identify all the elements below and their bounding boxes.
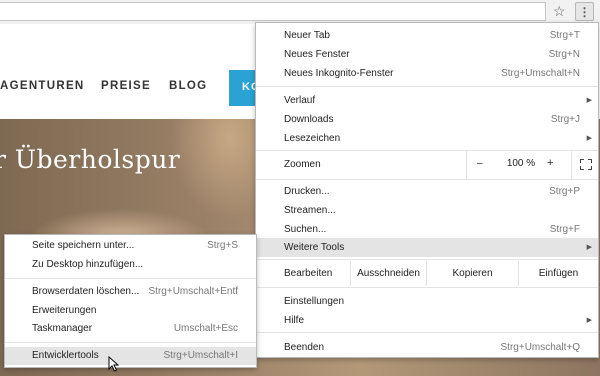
nav-link-blog[interactable]: BLOG bbox=[169, 80, 229, 92]
menu-item-help[interactable]: Hilfe ▶ bbox=[256, 311, 598, 330]
vertical-dots-icon: ⋮ bbox=[578, 4, 591, 19]
menu-item-incognito[interactable]: Neues Inkognito-Fenster Strg+Umschalt+N bbox=[256, 64, 598, 83]
submenu-item-add-to-desktop[interactable]: Zu Desktop hinzufügen... bbox=[5, 256, 256, 274]
menu-divider bbox=[256, 179, 598, 180]
menu-item-cast[interactable]: Streamen... bbox=[256, 201, 598, 220]
menu-item-shortcut: Strg+F bbox=[549, 224, 580, 235]
submenu-item-label: Erweiterungen bbox=[32, 305, 97, 316]
paste-button[interactable]: Einfügen bbox=[518, 261, 598, 286]
zoom-out-button[interactable]: – bbox=[477, 158, 483, 169]
submenu-item-label: Taskmanager bbox=[32, 323, 93, 334]
menu-item-shortcut: Strg+T bbox=[549, 30, 580, 41]
menu-item-label: Neuer Tab bbox=[284, 30, 330, 41]
menu-item-label: Neues Inkognito-Fenster bbox=[284, 68, 394, 79]
submenu-item-label: Seite speichern unter... bbox=[32, 240, 135, 251]
menu-item-label: Drucken... bbox=[284, 186, 330, 197]
submenu-divider bbox=[5, 342, 256, 343]
zoom-control: – 100 % + bbox=[466, 150, 598, 179]
menu-item-shortcut: Strg+J bbox=[550, 114, 580, 125]
browser-toolbar: ☆ ⋮ bbox=[0, 0, 600, 24]
more-tools-submenu: Seite speichern unter... Strg+S Zu Deskto… bbox=[4, 234, 257, 368]
menu-item-shortcut: Strg+Umschalt+N bbox=[501, 68, 580, 79]
edit-row: Bearbeiten Ausschneiden Kopieren Einfüge… bbox=[256, 261, 598, 286]
submenu-arrow-icon: ▶ bbox=[586, 244, 592, 251]
menu-item-label: Hilfe bbox=[284, 315, 305, 326]
menu-item-label: Lesezeichen bbox=[284, 133, 341, 144]
nav-link-agenturen[interactable]: AGENTUREN bbox=[0, 80, 100, 92]
menu-item-bookmarks[interactable]: Lesezeichen ▶ bbox=[256, 129, 598, 148]
submenu-item-label: Entwicklertools bbox=[32, 350, 99, 361]
fullscreen-button[interactable] bbox=[571, 150, 599, 179]
menu-divider bbox=[256, 86, 598, 87]
zoom-in-button[interactable]: + bbox=[547, 157, 553, 169]
submenu-item-task-manager[interactable]: Taskmanager Umschalt+Esc bbox=[5, 320, 256, 338]
menu-item-exit[interactable]: Beenden Strg+Umschalt+Q bbox=[256, 338, 598, 357]
submenu-divider bbox=[5, 278, 256, 279]
submenu-arrow-icon: ▶ bbox=[586, 135, 592, 142]
submenu-item-save-page[interactable]: Seite speichern unter... Strg+S bbox=[5, 237, 256, 255]
fullscreen-icon bbox=[580, 159, 592, 170]
menu-item-label: Neues Fenster bbox=[284, 49, 350, 60]
submenu-item-extensions[interactable]: Erweiterungen bbox=[5, 302, 256, 320]
submenu-item-shortcut: Strg+S bbox=[207, 240, 238, 251]
menu-item-label: Suchen... bbox=[284, 224, 327, 235]
menu-item-label: Beenden bbox=[284, 342, 325, 353]
cut-button[interactable]: Ausschneiden bbox=[350, 261, 426, 286]
mouse-cursor-icon bbox=[108, 356, 119, 372]
submenu-arrow-icon: ▶ bbox=[586, 317, 592, 324]
submenu-item-shortcut: Strg+Umschalt+I bbox=[163, 350, 238, 361]
menu-item-print[interactable]: Drucken... Strg+P bbox=[256, 182, 598, 201]
menu-divider bbox=[256, 259, 598, 260]
menu-item-shortcut: Strg+P bbox=[549, 186, 580, 197]
menu-divider bbox=[256, 332, 598, 333]
submenu-item-shortcut: Strg+Umschalt+Entf bbox=[148, 286, 238, 297]
menu-item-label: Downloads bbox=[284, 114, 334, 125]
menu-item-downloads[interactable]: Downloads Strg+J bbox=[256, 110, 598, 129]
menu-item-settings[interactable]: Einstellungen bbox=[256, 292, 598, 311]
nav-link-preise[interactable]: PREISE bbox=[101, 80, 161, 92]
star-icon[interactable]: ☆ bbox=[553, 2, 566, 20]
submenu-item-label: Zu Desktop hinzufügen... bbox=[32, 259, 144, 270]
submenu-item-label: Browserdaten löschen... bbox=[32, 286, 140, 297]
submenu-item-developer-tools[interactable]: Entwicklertools Strg+Umschalt+I bbox=[5, 347, 256, 365]
browser-menu-button[interactable]: ⋮ bbox=[575, 2, 594, 21]
menu-item-new-window[interactable]: Neues Fenster Strg+N bbox=[256, 45, 598, 64]
submenu-item-shortcut: Umschalt+Esc bbox=[173, 323, 238, 334]
menu-item-more-tools[interactable]: Weitere Tools ▶ bbox=[256, 238, 598, 257]
menu-item-label: Weitere Tools bbox=[284, 242, 345, 253]
menu-item-label: Verlauf bbox=[284, 95, 316, 106]
submenu-item-clear-data[interactable]: Browserdaten löschen... Strg+Umschalt+Ent… bbox=[5, 283, 256, 301]
menu-item-history[interactable]: Verlauf ▶ bbox=[256, 91, 598, 110]
menu-item-label: Einstellungen bbox=[284, 296, 345, 307]
address-bar[interactable] bbox=[0, 2, 546, 21]
browser-main-menu: Neuer Tab Strg+T Neues Fenster Strg+N Neue… bbox=[255, 22, 599, 358]
hero-title: r Überholspur bbox=[0, 145, 181, 174]
menu-item-label: Streamen... bbox=[284, 205, 336, 216]
menu-item-shortcut: Strg+Umschalt+Q bbox=[500, 342, 580, 353]
zoom-label: Zoomen bbox=[284, 159, 321, 170]
submenu-arrow-icon: ▶ bbox=[586, 97, 592, 104]
menu-item-find[interactable]: Suchen... Strg+F bbox=[256, 220, 598, 239]
menu-divider bbox=[256, 287, 598, 288]
edit-label: Bearbeiten bbox=[284, 268, 333, 279]
menu-item-shortcut: Strg+N bbox=[548, 49, 580, 60]
menu-item-new-tab[interactable]: Neuer Tab Strg+T bbox=[256, 26, 598, 45]
zoom-value: 100 % bbox=[506, 158, 536, 169]
copy-button[interactable]: Kopieren bbox=[426, 261, 518, 286]
